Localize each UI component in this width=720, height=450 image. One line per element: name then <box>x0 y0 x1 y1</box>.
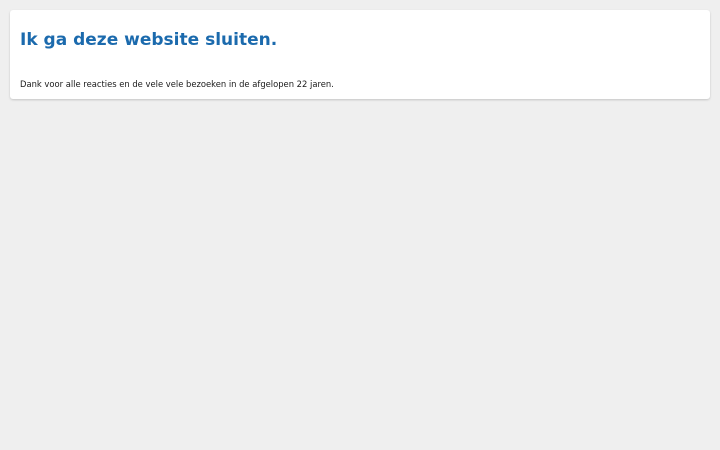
page-title: Ik ga deze website sluiten. <box>20 30 278 50</box>
notice-card: Ik ga deze website sluiten. Dank voor al… <box>10 10 710 99</box>
notice-message: Dank voor alle reacties en de vele vele … <box>20 79 334 89</box>
